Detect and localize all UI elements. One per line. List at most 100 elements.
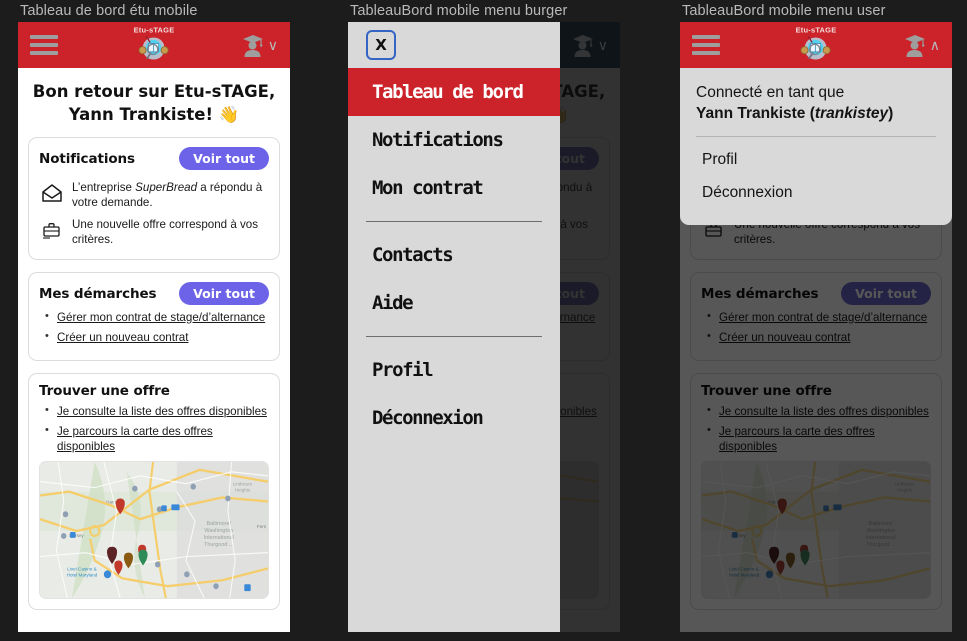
svg-text:Fern: Fern [257,524,267,530]
list-item: Créer un nouveau contrat [707,329,931,345]
user-menu-item-deconnexion[interactable]: Déconnexion [696,176,936,209]
notification-text-pre: L’entreprise [72,181,136,194]
menu-divider [366,221,542,222]
demarches-title: Mes démarches [39,285,157,302]
svg-text:Hotel Maryland: Hotel Maryland [67,572,98,578]
offres-card-header: Trouver une offre [39,383,269,399]
offres-link[interactable]: Je consulte la liste des offres disponib… [57,405,267,418]
phone-frame-dashboard: Etu-sTAGE ∨ Bon retour sur Etu-sTAGE, Ya… [18,22,290,632]
svg-text:Washington: Washington [866,528,895,534]
user-menu-button[interactable]: ∧ [902,33,940,57]
svg-text:Heights: Heights [235,487,251,493]
map-widget: Baltimore/ Washington International Thur… [702,462,930,598]
logo-wordmark: Etu-sTAGE [795,25,837,35]
notifications-see-all-button[interactable]: Voir tout [179,147,269,170]
user-login-wrap: (trankistey) [809,105,894,122]
welcome-line-2: Yann Trankiste! 👋 [68,105,240,124]
burger-drawer: X Tableau de bord Notifications Mon cont… [348,22,560,632]
svg-text:Thurgood ...: Thurgood ... [204,542,234,548]
graduate-user-icon [242,35,263,57]
offres-link[interactable]: Je consulte la liste des offres disponib… [719,405,929,418]
demarches-card: Mes démarches Voir tout Gérer mon contra… [690,272,942,361]
notification-text-emphasis: SuperBread [135,181,198,194]
list-item: Je consulte la liste des offres disponib… [707,403,931,419]
demarches-link[interactable]: Gérer mon contrat de stage/d’alternance [719,311,927,324]
panel-user-menu: TableauBord mobile menu user Etu-sTAGE ∧… [680,0,952,632]
panel-title-burger: TableauBord mobile menu burger [350,3,568,19]
demarches-see-all-button[interactable]: Voir tout [179,282,269,305]
screenshot-root: Tableau de bord étu mobile Etu-sTAGE ∨ B… [0,0,967,641]
offres-card: Trouver une offre Je consulte la liste d… [28,373,280,610]
chevron-up-icon: ∧ [929,37,940,53]
notifications-card-header: Notifications Voir tout [39,147,269,170]
svg-text:Live! Casino &: Live! Casino & [729,566,759,572]
menu-item-tableau-de-bord[interactable]: Tableau de bord [348,68,560,116]
svg-text:International: International [866,535,896,541]
user-menu-button[interactable]: ∨ [240,33,278,57]
offres-link[interactable]: Je parcours la carte des offres disponib… [719,425,875,453]
list-item: Je parcours la carte des offres disponib… [45,423,269,454]
demarches-link[interactable]: Gérer mon contrat de stage/d’alternance [57,311,265,324]
dashboard-body: Bon retour sur Etu-sTAGE, Yann Trankiste… [18,68,290,632]
graduate-user-icon [904,35,925,57]
offres-title: Trouver une offre [39,383,170,399]
list-item: Créer un nouveau contrat [45,329,269,345]
user-fullname: Yann Trankiste [696,105,806,122]
demarches-link-list: Gérer mon contrat de stage/d’alternance … [701,309,931,345]
phone-frame-burger: ∨ Bon retour sur Etu-sTAGE, Yann Trankis… [348,22,620,632]
svg-text:Baltimore/: Baltimore/ [206,521,231,527]
demarches-link-list: Gérer mon contrat de stage/d’alternance … [39,309,269,345]
list-item: Je parcours la carte des offres disponib… [707,423,931,454]
offres-card: Trouver une offre Je consulte la liste d… [690,373,942,610]
briefcase-icon [43,223,60,239]
demarches-link[interactable]: Créer un nouveau contrat [719,331,850,344]
menu-item-mon-contrat[interactable]: Mon contrat [348,164,560,212]
welcome-heading: Bon retour sur Etu-sTAGE, Yann Trankiste… [28,68,280,137]
svg-text:Heights: Heights [897,487,913,493]
demarches-link[interactable]: Créer un nouveau contrat [57,331,188,344]
offres-card-header: Trouver une offre [701,383,931,399]
demarches-see-all-button[interactable]: Voir tout [841,282,931,305]
svg-text:Linthicum: Linthicum [895,482,915,488]
menu-item-aide[interactable]: Aide [348,279,560,327]
app-logo: Etu-sTAGE [795,25,837,64]
offres-link[interactable]: Je parcours la carte des offres disponib… [57,425,213,453]
user-menu-divider [696,136,936,137]
panel-burger-menu: TableauBord mobile menu burger ∨ [348,0,620,632]
logo-wordmark: Etu-sTAGE [133,25,175,35]
etu-stage-logo-icon [800,36,832,60]
offres-link-list: Je consulte la liste des offres disponib… [701,403,931,454]
notifications-card: Notifications Voir tout L’entreprise Sup… [28,137,280,260]
list-item: Gérer mon contrat de stage/d’alternance [45,309,269,325]
notification-text: Une nouvelle offre correspond à vos crit… [72,218,259,246]
offres-link-list: Je consulte la liste des offres disponib… [39,403,269,454]
offres-title: Trouver une offre [701,383,832,399]
menu-item-contacts[interactable]: Contacts [348,231,560,279]
map-widget: Baltimore/ Washington International Thur… [40,462,268,598]
user-dropdown-menu: Connecté en tant que Yann Trankiste (tra… [680,68,952,225]
connected-user-line: Yann Trankiste (trankistey) [696,103,936,125]
drawer-header: X [348,22,560,68]
hamburger-menu-icon[interactable] [30,35,58,55]
chevron-down-icon: ∨ [267,37,278,53]
menu-item-notifications[interactable]: Notifications [348,116,560,164]
list-item: Gérer mon contrat de stage/d’alternance [707,309,931,325]
welcome-line-1: Bon retour sur Etu-sTAGE, [32,82,276,101]
menu-item-profil[interactable]: Profil [348,346,560,394]
panel-title-dashboard: Tableau de bord étu mobile [20,3,198,19]
demarches-card-header: Mes démarches Voir tout [39,282,269,305]
app-header: Etu-sTAGE [680,22,952,68]
hamburger-menu-icon[interactable] [692,35,720,55]
panel-title-user: TableauBord mobile menu user [682,3,886,19]
svg-text:Live! Casino &: Live! Casino & [67,566,97,572]
panel-dashboard: Tableau de bord étu mobile Etu-sTAGE ∨ B… [18,0,290,632]
menu-item-deconnexion[interactable]: Déconnexion [348,394,560,442]
offres-map[interactable]: Baltimore/ Washington International Thur… [39,461,269,599]
svg-text:Washington: Washington [204,528,233,534]
demarches-card-header: Mes démarches Voir tout [701,282,931,305]
notification-item: Une nouvelle offre correspond à vos crit… [39,212,269,249]
user-menu-item-profil[interactable]: Profil [696,143,936,176]
close-menu-button[interactable]: X [366,30,396,60]
offres-map[interactable]: Baltimore/ Washington International Thur… [701,461,931,599]
notifications-title: Notifications [39,150,135,167]
